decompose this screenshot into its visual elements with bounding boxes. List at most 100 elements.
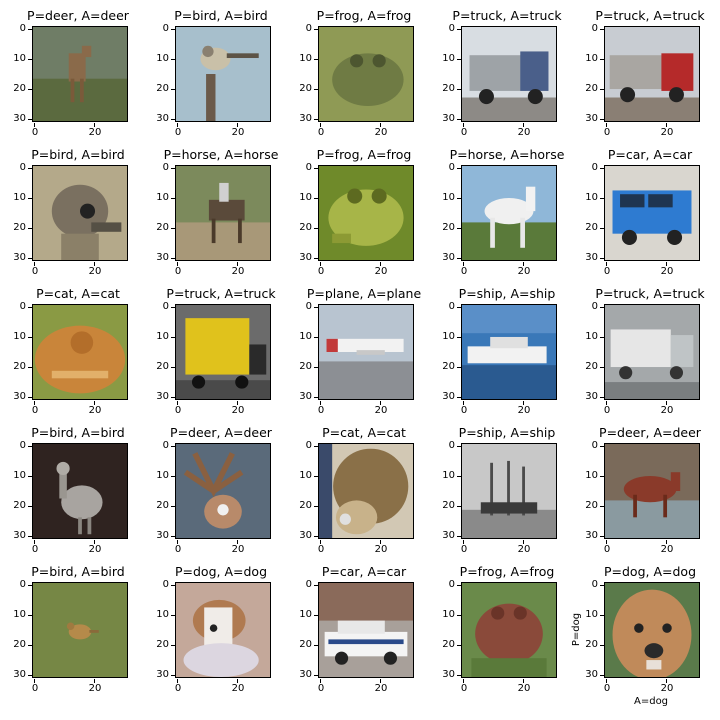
panel-title: P=ship, A=ship (458, 286, 556, 301)
x-tick-label: 0 (309, 123, 333, 138)
x-tick-label: 0 (166, 679, 190, 694)
x-tick-label: 20 (512, 262, 536, 277)
image-panel: P=bird, A=bird 0 10 20 30 0 20 (151, 8, 291, 144)
panel-title: P=dog, A=dog (174, 564, 268, 579)
x-tick-label: 0 (595, 123, 619, 138)
thumbnail-image (319, 583, 413, 677)
x-tick-label: 20 (83, 540, 107, 555)
panel-title: P=frog, A=frog (459, 564, 555, 579)
panel-title: P=horse, A=horse (449, 147, 565, 162)
y-tick-label: 30 (151, 392, 175, 402)
y-tick-label: 20 (151, 84, 175, 94)
image-axes (318, 165, 414, 261)
y-tick-label: 20 (151, 223, 175, 233)
image-panel: P=deer, A=deer 0 10 20 30 0 20 (151, 425, 291, 561)
y-tick-label: 10 (8, 54, 32, 64)
x-tick-label: 20 (655, 540, 679, 555)
y-tick-label: 10 (437, 54, 461, 64)
y-tick-label: 20 (437, 84, 461, 94)
y-tick-label: 20 (294, 84, 318, 94)
image-axes (318, 304, 414, 400)
panel-title: P=frog, A=frog (316, 8, 412, 23)
y-tick-label: 0 (151, 24, 175, 34)
y-tick-label: 30 (437, 253, 461, 263)
x-tick-label: 20 (83, 679, 107, 694)
y-tick-label: 10 (294, 54, 318, 64)
image-panel: P=bird, A=bird 0 10 20 30 0 20 (8, 425, 148, 561)
panel-title: P=horse, A=horse (163, 147, 279, 162)
image-panel: P=truck, A=truck 0 10 20 30 0 20 (437, 8, 577, 144)
y-tick-label: 30 (580, 670, 604, 680)
image-panel: P=ship, A=ship 0 10 20 30 0 20 (437, 425, 577, 561)
x-tick-label: 20 (83, 123, 107, 138)
thumbnail-image (33, 166, 127, 260)
image-axes (32, 165, 128, 261)
y-tick-label: 10 (437, 332, 461, 342)
x-tick-label: 20 (369, 401, 393, 416)
image-panel: P=frog, A=frog 0 10 20 30 0 20 (294, 8, 434, 144)
y-tick-label: 0 (294, 24, 318, 34)
y-tick-label: 0 (151, 441, 175, 451)
y-tick-label: 20 (580, 501, 604, 511)
y-tick-label: 10 (151, 471, 175, 481)
image-panel: P=truck, A=truck 0 10 20 30 0 20 (151, 286, 291, 422)
x-tick-label: 0 (452, 262, 476, 277)
y-tick-label: 20 (437, 501, 461, 511)
image-axes (604, 304, 700, 400)
thumbnail-image (176, 166, 270, 260)
y-tick-label: 0 (580, 302, 604, 312)
x-axis-label: A=dog (634, 696, 669, 707)
x-tick-label: 0 (166, 262, 190, 277)
thumbnail-image (176, 583, 270, 677)
y-tick-label: 30 (437, 392, 461, 402)
x-tick-label: 0 (452, 679, 476, 694)
y-tick-label: 20 (8, 640, 32, 650)
panel-title: P=car, A=car (607, 147, 693, 162)
x-tick-label: 0 (166, 123, 190, 138)
y-tick-label: 0 (151, 163, 175, 173)
image-axes (318, 582, 414, 678)
y-tick-label: 10 (437, 193, 461, 203)
y-tick-label: 0 (437, 580, 461, 590)
image-axes (604, 165, 700, 261)
image-axes (604, 443, 700, 539)
image-panel: P=horse, A=horse 0 10 20 30 0 20 (437, 147, 577, 283)
y-tick-label: 20 (580, 640, 604, 650)
thumbnail-image (605, 166, 699, 260)
panel-title: P=bird, A=bird (174, 8, 268, 23)
thumbnail-image (605, 444, 699, 538)
image-axes (461, 26, 557, 122)
image-axes (175, 443, 271, 539)
image-axes (604, 26, 700, 122)
panel-title: P=truck, A=truck (452, 8, 562, 23)
image-axes (318, 26, 414, 122)
y-tick-label: 30 (580, 253, 604, 263)
image-panel: P=bird, A=bird 0 10 20 30 0 20 (8, 564, 148, 700)
image-panel: P=plane, A=plane 0 10 20 30 0 20 (294, 286, 434, 422)
x-tick-label: 20 (512, 679, 536, 694)
y-tick-label: 20 (294, 223, 318, 233)
y-tick-label: 20 (8, 362, 32, 372)
x-tick-label: 20 (369, 540, 393, 555)
thumbnail-image (605, 583, 699, 677)
y-tick-label: 30 (8, 392, 32, 402)
image-panel: P=truck, A=truck 0 10 20 30 0 20 (580, 286, 720, 422)
y-tick-label: 0 (294, 163, 318, 173)
y-tick-label: 30 (8, 670, 32, 680)
x-tick-label: 0 (452, 401, 476, 416)
y-tick-label: 30 (151, 253, 175, 263)
y-tick-label: 20 (151, 362, 175, 372)
x-tick-label: 20 (512, 401, 536, 416)
x-tick-label: 0 (309, 262, 333, 277)
panel-title: P=truck, A=truck (595, 8, 705, 23)
x-tick-label: 0 (452, 123, 476, 138)
y-tick-label: 0 (580, 163, 604, 173)
x-tick-label: 0 (23, 679, 47, 694)
y-tick-label: 20 (8, 84, 32, 94)
panel-title: P=deer, A=deer (170, 425, 272, 440)
x-tick-label: 0 (23, 401, 47, 416)
y-tick-label: 10 (8, 471, 32, 481)
y-tick-label: 10 (580, 193, 604, 203)
y-tick-label: 0 (580, 441, 604, 451)
y-tick-label: 10 (437, 610, 461, 620)
